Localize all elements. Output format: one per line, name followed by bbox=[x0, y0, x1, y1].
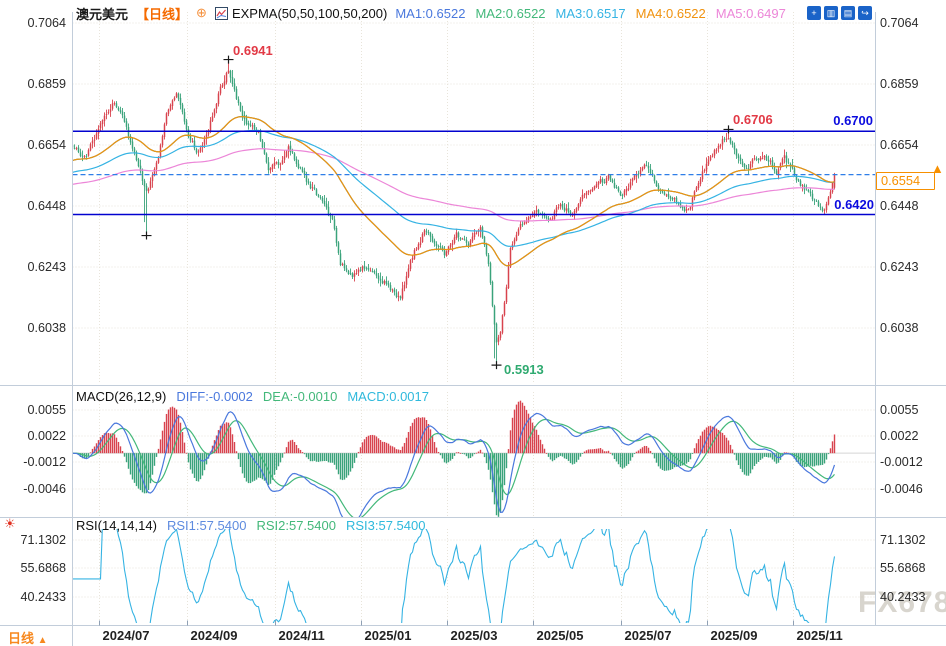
axis-label: 0.6654 bbox=[880, 138, 919, 152]
forward-icon[interactable]: ↪ bbox=[858, 6, 872, 20]
axis-label: 0.6038 bbox=[0, 321, 66, 335]
indicator-window-icon[interactable]: ▥ bbox=[824, 6, 838, 20]
date-label: 2025/09 bbox=[711, 628, 758, 643]
axis-label: 55.6868 bbox=[880, 561, 926, 575]
axis-label: -0.0046 bbox=[0, 482, 66, 496]
macd-header: MACD(26,12,9) DIFF:-0.0002 DEA:-0.0010 M… bbox=[76, 389, 439, 404]
macd-macd-value: MACD:0.0017 bbox=[347, 389, 429, 404]
indicator-formula: EXPMA(50,50,100,50,200) bbox=[232, 6, 387, 21]
date-label: 2025/01 bbox=[365, 628, 412, 643]
axis-label: 0.6243 bbox=[0, 260, 66, 274]
ma-value: MA2:0.6522 bbox=[475, 6, 545, 21]
axis-label: -0.0012 bbox=[0, 455, 66, 469]
price-chart-canvas[interactable] bbox=[0, 0, 946, 646]
axis-label: 0.6448 bbox=[0, 199, 66, 213]
macd-title: MACD(26,12,9) bbox=[76, 389, 166, 404]
price-alert-arrow-icon: ▲ bbox=[931, 161, 944, 176]
axis-label: 0.6038 bbox=[880, 321, 919, 335]
axis-label: 0.6859 bbox=[880, 77, 919, 91]
rsi3-value: RSI3:57.5400 bbox=[346, 518, 426, 533]
period-selector[interactable]: 日线 ▲ bbox=[8, 628, 48, 646]
chart-toolbar: +▥▤↪ bbox=[807, 6, 872, 20]
rsi-title: RSI(14,14,14) bbox=[76, 518, 157, 533]
scale-mode-icon[interactable]: ▤ bbox=[841, 6, 855, 20]
axis-label: 40.2433 bbox=[0, 590, 66, 604]
add-indicator-icon[interactable]: ⊕ bbox=[196, 5, 207, 21]
axis-label: 0.6654 bbox=[0, 138, 66, 152]
period-selector-label: 日线 bbox=[8, 631, 34, 646]
axis-label: 0.0022 bbox=[880, 429, 919, 443]
support-level-label: 0.6420 bbox=[834, 197, 874, 212]
annotation-high-2025: 0.6706 bbox=[733, 112, 773, 127]
ma-values: MA1:0.6522 MA2:0.6522 MA3:0.6517 MA4:0.6522… bbox=[395, 6, 796, 21]
date-label: 2024/11 bbox=[279, 628, 325, 643]
axis-label: 0.0022 bbox=[0, 429, 66, 443]
axis-label: 0.6448 bbox=[880, 199, 919, 213]
macd-dea-value: DEA:-0.0010 bbox=[263, 389, 337, 404]
ma-value: MA4:0.6522 bbox=[636, 6, 706, 21]
axis-label: 40.2433 bbox=[880, 590, 926, 604]
date-label: 2024/07 bbox=[103, 628, 150, 643]
axis-label: 71.1302 bbox=[880, 533, 926, 547]
period-selector-arrow-icon: ▲ bbox=[38, 635, 48, 646]
axis-label: -0.0046 bbox=[880, 482, 923, 496]
macd-diff-value: DIFF:-0.0002 bbox=[176, 389, 253, 404]
axis-label: -0.0012 bbox=[880, 455, 923, 469]
date-label: 2025/07 bbox=[625, 628, 672, 643]
chart-header: 澳元美元 【日线】 ⊕ EXPMA(50,50,100,50,200) MA1:… bbox=[76, 5, 804, 21]
rsi-header: RSI(14,14,14) RSI1:57.5400 RSI2:57.5400 … bbox=[76, 518, 435, 533]
date-label: 2025/11 bbox=[797, 628, 843, 643]
period-tag[interactable]: 【日线】 bbox=[136, 4, 188, 23]
date-label: 2025/05 bbox=[537, 628, 584, 643]
symbol-title: 澳元美元 bbox=[76, 4, 128, 23]
ma-value: MA3:0.6517 bbox=[556, 6, 626, 21]
axis-label: 0.7064 bbox=[0, 16, 66, 30]
current-price-tag: 0.6554 bbox=[876, 172, 935, 190]
axis-label: 0.0055 bbox=[880, 403, 919, 417]
annotation-high-2024: 0.6941 bbox=[233, 43, 273, 58]
axis-label: 0.6859 bbox=[0, 77, 66, 91]
axis-label: 0.7064 bbox=[880, 16, 919, 30]
axis-label: 71.1302 bbox=[0, 533, 66, 547]
axis-label: 0.6243 bbox=[880, 260, 919, 274]
ma-value: MA5:0.6497 bbox=[716, 6, 786, 21]
trading-chart-app: 澳元美元 【日线】 ⊕ EXPMA(50,50,100,50,200) MA1:… bbox=[0, 0, 946, 646]
ma-value: MA1:0.6522 bbox=[395, 6, 465, 21]
annotation-low-2025: 0.5913 bbox=[504, 362, 544, 377]
date-label: 2024/09 bbox=[191, 628, 238, 643]
rsi1-value: RSI1:57.5400 bbox=[167, 518, 247, 533]
resistance-level-label: 0.6700 bbox=[833, 113, 873, 128]
date-label: 2025/03 bbox=[451, 628, 498, 643]
hotspot-icon[interactable]: ☀ bbox=[4, 516, 16, 532]
axis-label: 0.0055 bbox=[0, 403, 66, 417]
indicator-chart-icon bbox=[215, 7, 228, 20]
axis-label: 55.6868 bbox=[0, 561, 66, 575]
pan-crosshair-icon[interactable]: + bbox=[807, 6, 821, 20]
rsi2-value: RSI2:57.5400 bbox=[256, 518, 336, 533]
